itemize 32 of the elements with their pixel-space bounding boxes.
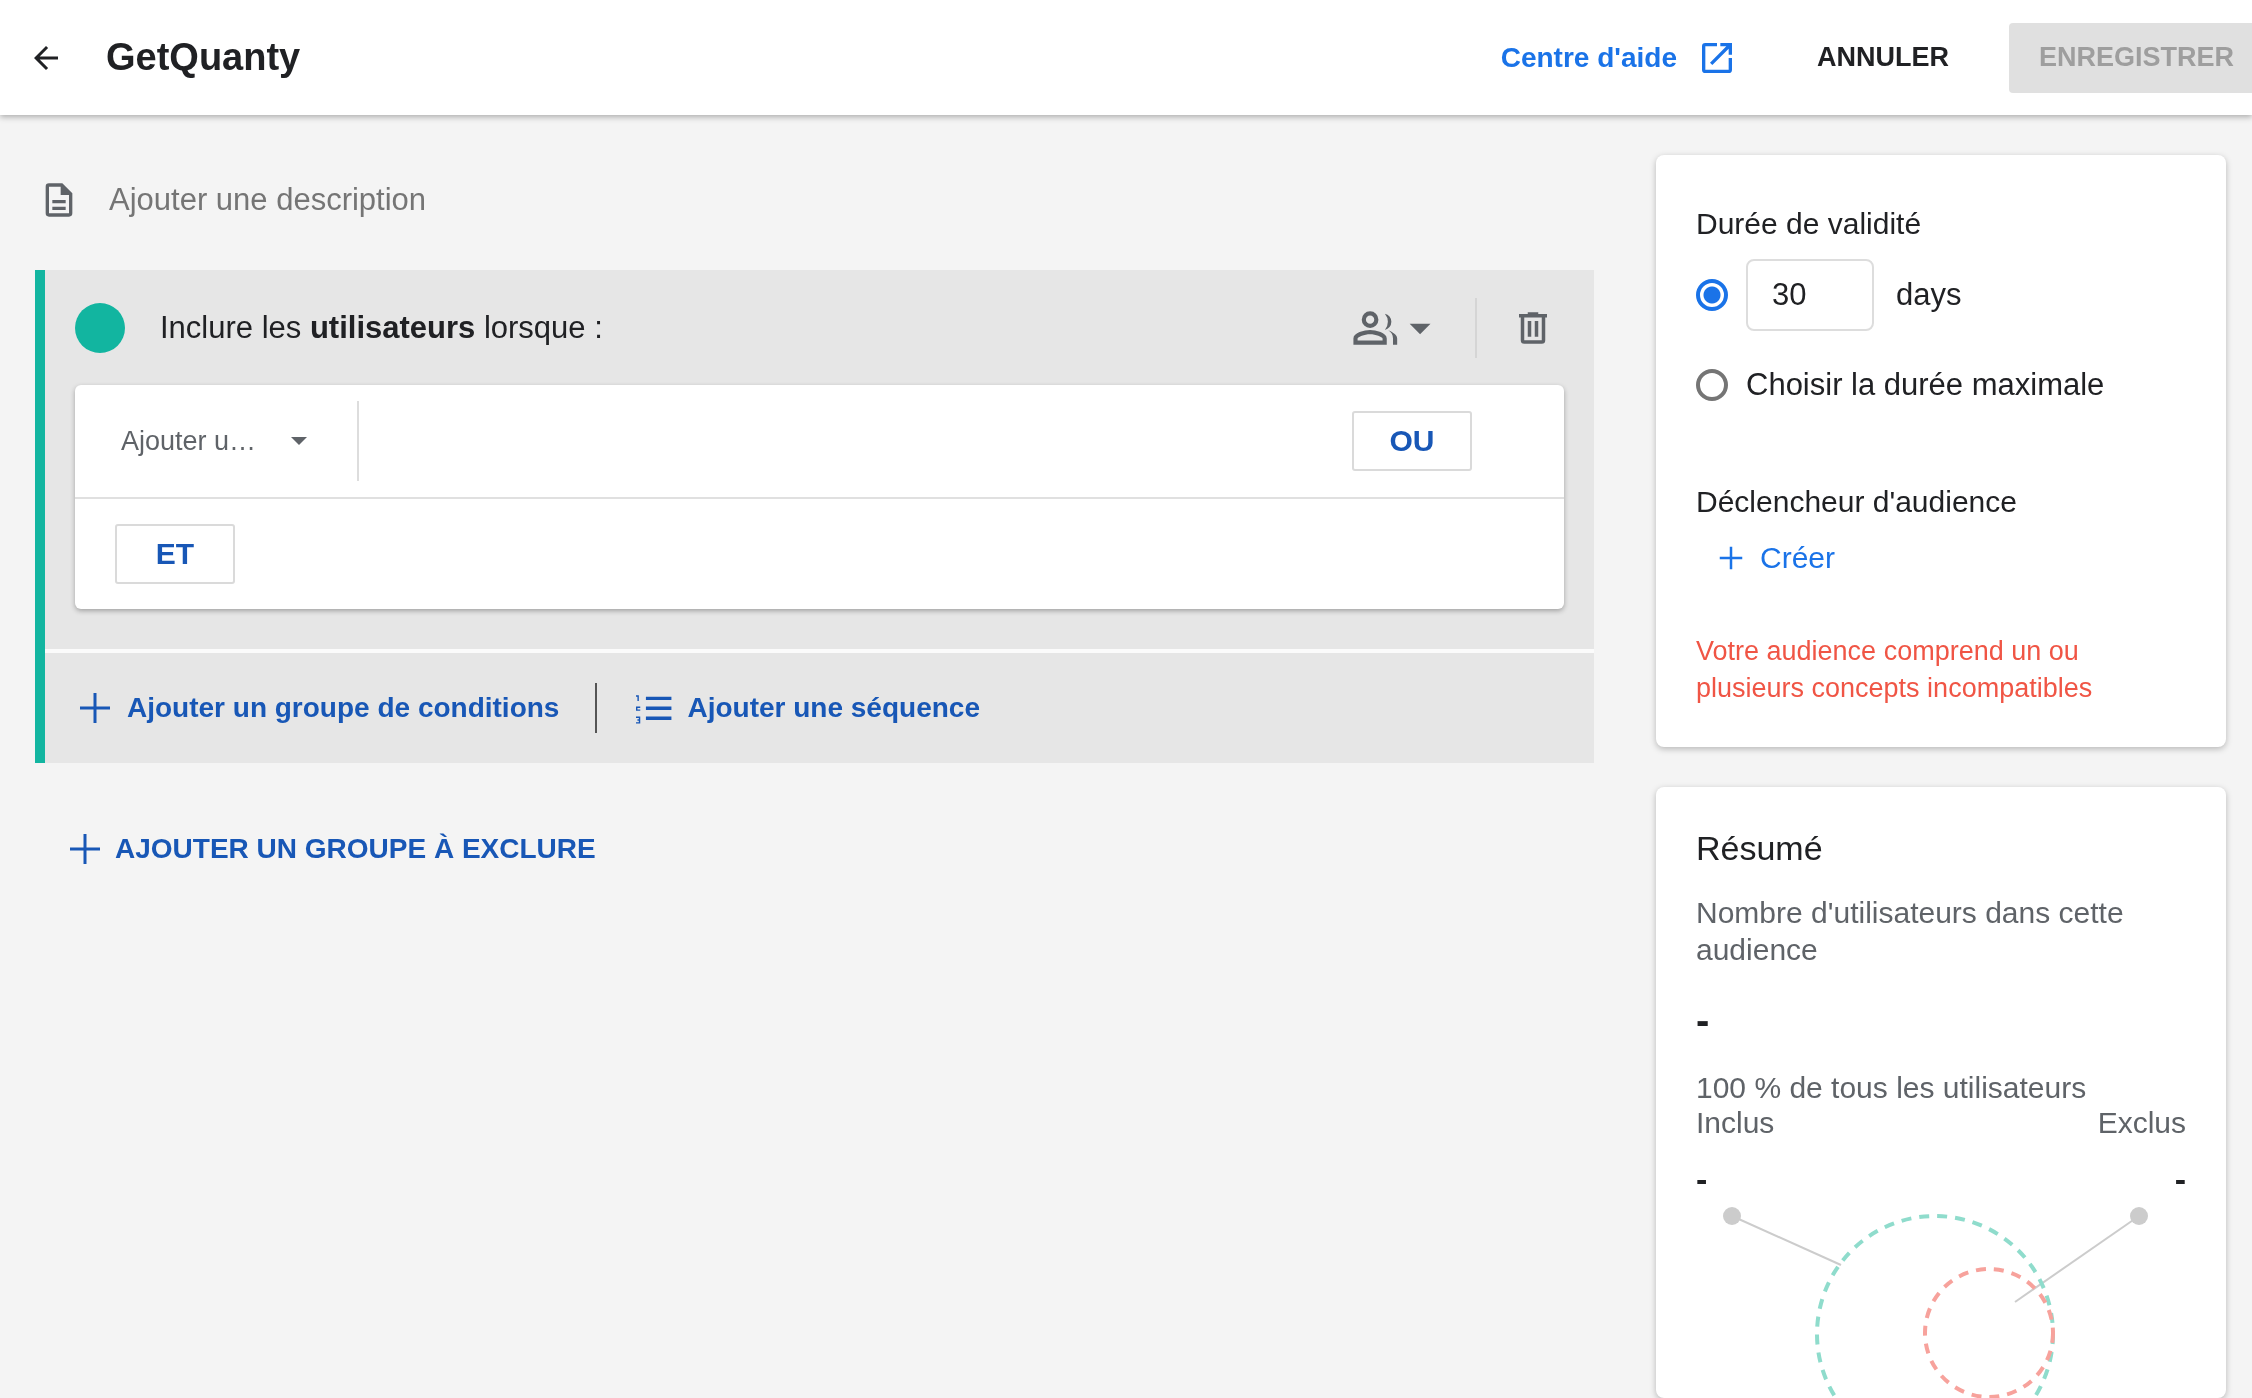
share-text: 100 % de tous les utilisateurs — [1696, 1070, 2088, 1106]
help-center-link[interactable]: Centre d'aide — [1500, 41, 1677, 74]
condition-dropdown[interactable]: Ajouter u… — [121, 425, 291, 457]
warning-message: Votre audience comprend un ou plusieurs concepts incompatibles — [1696, 635, 2094, 705]
included-value: - — [1696, 1160, 1708, 1199]
and-button[interactable]: ET — [115, 524, 235, 584]
caret-icon[interactable] — [291, 437, 307, 445]
radio-button[interactable] — [1696, 279, 1728, 311]
plus-icon — [67, 831, 103, 867]
radio-button[interactable] — [1696, 369, 1728, 401]
summary-subtitle: Nombre d'utilisateurs dans cette audience — [1696, 895, 2125, 968]
add-exclude-group-link[interactable]: AJOUTER UN GROUPE À EXCLURE — [67, 831, 596, 867]
section-title: Durée de validité — [1696, 207, 1923, 241]
excluded-value: - — [2174, 1160, 2186, 1199]
or-button[interactable]: OU — [1352, 411, 1472, 471]
add-condition-group-link[interactable]: Ajouter un groupe de conditions — [77, 690, 560, 726]
status-dot — [75, 302, 125, 353]
page-title: GetQuanty — [106, 36, 301, 79]
group-title: Inclure les utilisateurs lorsque : — [160, 309, 603, 346]
description-field[interactable]: Ajouter une description — [109, 182, 427, 218]
cancel-button[interactable]: ANNULER — [1806, 32, 1959, 83]
days-input[interactable]: 30 — [1746, 259, 1874, 331]
add-sequence-link[interactable]: Ajouter une séquence — [633, 691, 980, 725]
user-count: - — [1696, 998, 1711, 1043]
summary-title: Résumé — [1696, 829, 1824, 868]
included-label: Inclus — [1696, 1106, 1775, 1140]
option-label: Choisir la durée maximale — [1746, 367, 2105, 403]
create-link[interactable]: Créer — [1716, 541, 1835, 575]
section-title: Déclencheur d'audience — [1696, 485, 2018, 519]
unit-label: days — [1896, 277, 1962, 313]
excluded-label: Exclus — [2097, 1106, 2186, 1140]
plus-icon — [77, 690, 113, 726]
